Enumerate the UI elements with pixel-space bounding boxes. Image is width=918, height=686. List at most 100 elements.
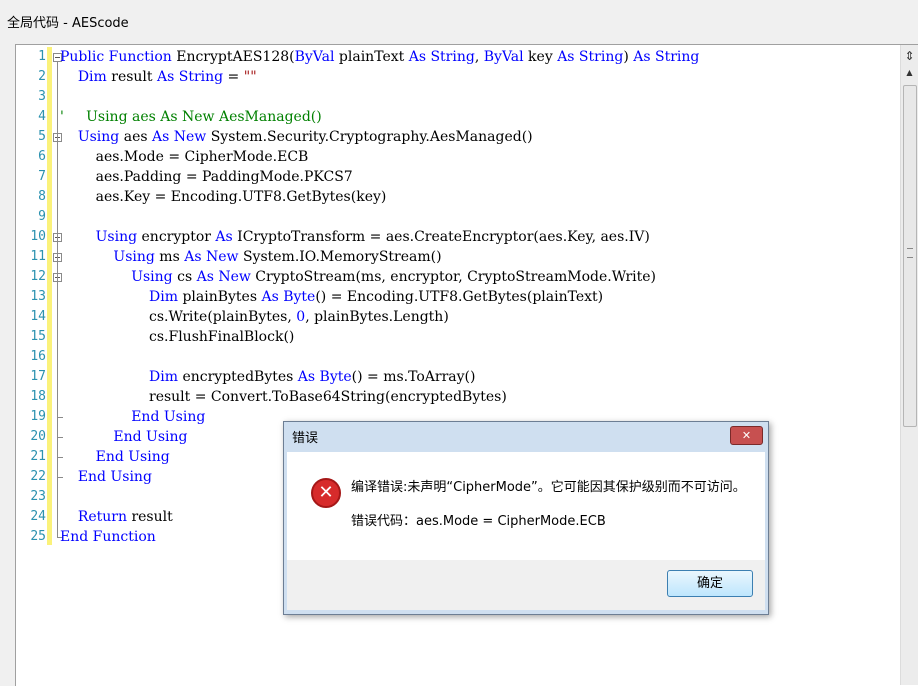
code-token: plainText [334,49,409,65]
code-token: result = Convert.ToBase64String(encrypte… [60,389,507,405]
code-token: cs.Write(plainBytes, [60,309,297,325]
code-token: System.IO.MemoryStream() [238,249,442,265]
line-number: 21 [30,449,46,464]
vertical-scrollbar[interactable]: ⇕ ▲ [900,45,918,685]
code-line[interactable]: End Using [60,427,188,447]
line-number: 13 [30,289,46,304]
code-line[interactable]: End Using [60,407,205,427]
line-number: 14 [30,309,46,324]
line-number: 9 [38,209,46,224]
line-number: 18 [30,389,46,404]
code-token: CryptoStream(ms, encryptor, CryptoStream… [250,269,657,285]
code-token: = [223,69,244,85]
keyword-token: As New [196,269,251,285]
error-message: 编译错误:未声明“CipherMode”。它可能因其保护级别而不可访问。 [351,480,746,495]
line-number-gutter: 1 2 3 4 5 6 7 8 9 10 11 12 13 14 15 16 17 18 19 20 21 22 23 24 2… [16,45,46,685]
code-line[interactable]: Using ms As New System.IO.MemoryStream() [60,247,442,267]
line-number: 8 [38,189,46,204]
code-token: encryptor [137,229,216,245]
code-line[interactable]: Using aes As New System.Security.Cryptog… [60,127,533,147]
line-number: 3 [38,89,46,104]
code-line[interactable]: cs.FlushFinalBlock() [60,327,294,347]
line-number: 17 [30,369,46,384]
keyword-token: As New [151,129,207,145]
keyword-token: End Using [95,449,170,465]
code-line[interactable]: aes.Key = Encoding.UTF8.GetBytes(key) [60,187,387,207]
code-line[interactable]: result = Convert.ToBase64String(encrypte… [60,387,507,407]
code-line[interactable]: Public Function EncryptAES128(ByVal plai… [60,47,699,67]
code-token: aes.Mode = CipherMode.ECB [60,149,309,165]
keyword-token: 0 [296,309,306,325]
line-number: 10 [30,229,46,244]
line-number: 11 [30,249,46,264]
code-line[interactable]: Dim encryptedBytes As Byte() = ms.ToArra… [60,367,475,387]
code-line[interactable]: aes.Padding = PaddingMode.PKCS7 [60,167,353,187]
scrollbar-thumb[interactable] [903,85,917,427]
keyword-token: As String [156,69,224,85]
code-line[interactable]: End Using [60,447,170,467]
keyword-token: Dim [77,69,107,85]
keyword-token: Using [77,129,120,145]
splitter-handle-icon[interactable]: ⇕ [903,49,916,63]
scroll-up-arrow-icon[interactable]: ▲ [903,67,916,79]
keyword-token: As String [557,49,624,65]
code-line[interactable]: End Using [60,467,152,487]
string-token: "" [243,69,257,85]
code-line[interactable]: cs.Write(plainBytes, 0, plainBytes.Lengt… [60,307,449,327]
keyword-token: Dim [149,289,178,305]
error-dialog: 错误 ✕ ✕ 编译错误:未声明“CipherMode”。它可能因其保护级别而不可… [283,421,769,615]
code-line[interactable]: Using encryptor As ICryptoTransform = ae… [60,227,650,247]
line-number: 2 [38,69,46,84]
code-line[interactable]: Dim result As String = "" [60,67,257,87]
line-number: 4 [38,109,46,124]
code-line[interactable]: aes.Mode = CipherMode.ECB [60,147,309,167]
dialog-body: ✕ 编译错误:未声明“CipherMode”。它可能因其保护级别而不可访问。 错… [287,452,765,560]
line-number: 6 [38,149,46,164]
keyword-token: Using [113,249,155,265]
code-token: aes.Padding = PaddingMode.PKCS7 [60,169,353,185]
code-token: aes [119,129,152,145]
line-number: 24 [30,509,46,524]
code-line[interactable]: Dim plainBytes As Byte() = Encoding.UTF8… [60,287,603,307]
line-number: 16 [30,349,46,364]
comment-token: ' Using aes As New AesManaged() [60,109,322,125]
code-token: key [523,49,558,65]
keyword-token: Return [77,509,127,525]
keyword-token: ByVal [483,49,524,65]
code-token: result [127,509,173,525]
keyword-token: End Using [113,429,188,445]
code-line[interactable]: Using cs As New CryptoStream(ms, encrypt… [60,267,656,287]
code-line[interactable]: End Function [60,527,156,547]
code-token: () = ms.ToArray() [351,369,476,385]
close-button[interactable]: ✕ [730,426,763,445]
code-token: ms [154,249,185,265]
ok-button[interactable]: 确定 [667,570,753,597]
line-number: 25 [30,529,46,544]
window-title: 全局代码 - AEScode [7,16,129,31]
keyword-token: As New [184,249,239,265]
line-number: 7 [38,169,46,184]
thumb-grip-icon [907,248,913,258]
dialog-footer: 确定 [287,560,765,610]
code-token: () = Encoding.UTF8.GetBytes(plainText) [315,289,604,305]
window-titlebar: 全局代码 - AEScode [0,0,918,44]
error-detail: 错误代码：aes.Mode = CipherMode.ECB [351,514,606,529]
keyword-token: Using [131,269,173,285]
keyword-token: As String [633,49,700,65]
code-token: EncryptAES128( [176,49,295,65]
keyword-token: As Byte [297,369,352,385]
changed-lines-bar [47,47,52,545]
code-token: , [474,49,484,65]
code-token: ICryptoTransform = aes.CreateEncryptor(a… [232,229,650,245]
code-line[interactable]: ' Using aes As New AesManaged() [60,107,322,127]
code-line[interactable]: Return result [60,507,173,527]
